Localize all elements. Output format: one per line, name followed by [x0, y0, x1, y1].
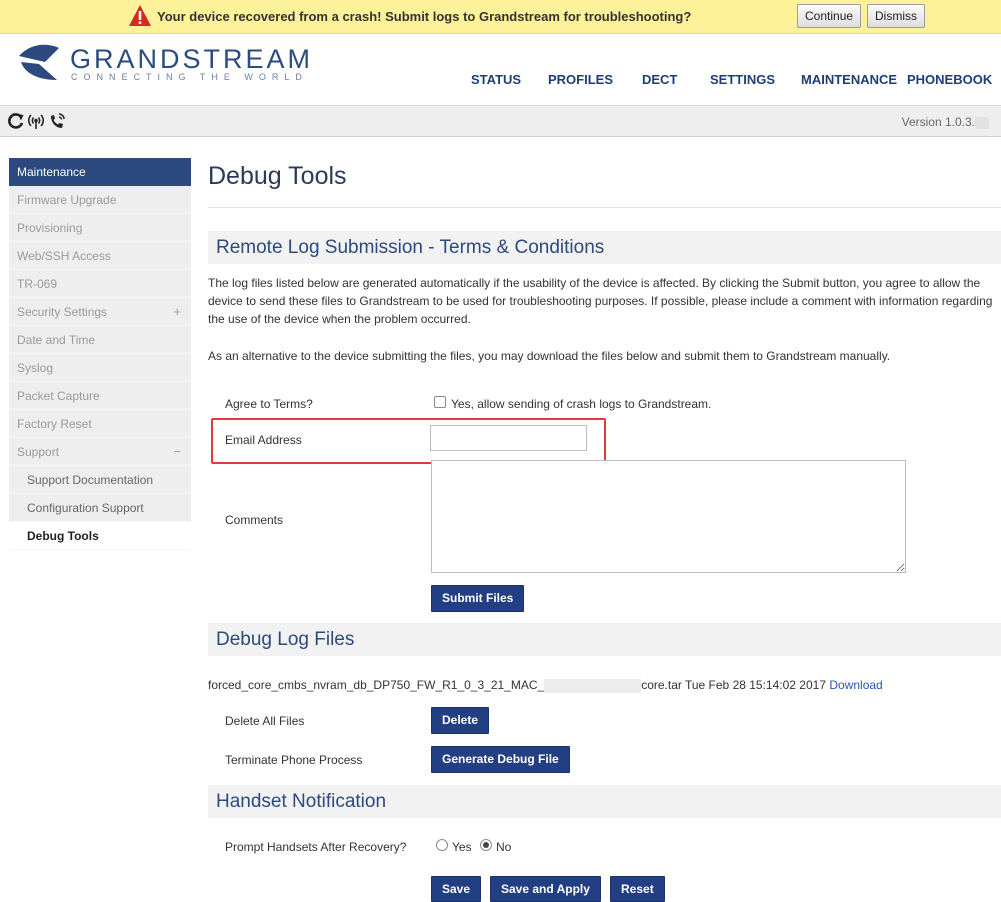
- status-bar: Version 1.0.3.: [0, 105, 1001, 137]
- save-button[interactable]: Save: [431, 876, 482, 902]
- redacted-mac: [544, 678, 642, 693]
- generate-debug-file-button[interactable]: Generate Debug File: [431, 746, 570, 773]
- page-title: Debug Tools: [208, 162, 347, 190]
- nav-settings[interactable]: SETTINGS: [710, 72, 775, 87]
- continue-button[interactable]: Continue: [797, 4, 862, 28]
- nav-dect[interactable]: DECT: [642, 72, 677, 87]
- redacted-version: [975, 116, 989, 129]
- delete-all-files-label: Delete All Files: [225, 714, 305, 728]
- debug-file-entry: forced_core_cmbs_nvram_db_DP750_FW_R1_0_…: [208, 678, 883, 693]
- agree-terms-checkbox[interactable]: [434, 396, 446, 408]
- prompt-yes-label: Yes: [452, 840, 472, 854]
- nav-maintenance[interactable]: MAINTENANCE: [801, 72, 897, 87]
- nav-profiles[interactable]: PROFILES: [548, 72, 613, 87]
- terms-paragraph: The log files listed below are generated…: [208, 276, 993, 326]
- reset-button[interactable]: Reset: [610, 876, 665, 902]
- nav-status[interactable]: STATUS: [471, 72, 521, 87]
- sidebar-item-date-and-time[interactable]: Date and Time: [9, 326, 191, 354]
- sidebar-item-packet-capture[interactable]: Packet Capture: [9, 382, 191, 410]
- dismiss-button[interactable]: Dismiss: [867, 4, 925, 28]
- sidebar-item-security-settings[interactable]: Security Settings +: [9, 298, 191, 326]
- comments-label: Comments: [225, 513, 284, 527]
- remote-log-heading: Remote Log Submission - Terms & Conditio…: [216, 237, 605, 258]
- nav-phonebook[interactable]: PHONEBOOK: [907, 72, 992, 87]
- phone-ringing-icon: [51, 113, 65, 128]
- email-address-label: Email Address: [225, 433, 302, 447]
- brand-name: GRANDSTREAM: [70, 44, 314, 74]
- sidebar-item-factory-reset[interactable]: Factory Reset: [9, 410, 191, 438]
- expand-icon[interactable]: +: [173, 298, 181, 326]
- agree-terms-text: Yes, allow sending of crash logs to Gran…: [451, 397, 712, 411]
- prompt-no-label: No: [496, 840, 512, 854]
- submit-files-button[interactable]: Submit Files: [431, 585, 525, 612]
- debug-log-heading: Debug Log Files: [216, 629, 355, 650]
- wireless-signal-icon: [28, 114, 44, 129]
- delete-button[interactable]: Delete: [431, 707, 490, 734]
- sidebar-item-web-ssh-access[interactable]: Web/SSH Access: [9, 242, 191, 270]
- sidebar-item-support[interactable]: Support −: [9, 438, 191, 466]
- sidebar-item-syslog[interactable]: Syslog: [9, 354, 191, 382]
- debug-log-section-header: Debug Log Files: [208, 623, 1001, 656]
- sidebar-item-firmware-upgrade[interactable]: Firmware Upgrade: [9, 186, 191, 214]
- handset-heading: Handset Notification: [216, 791, 387, 812]
- refresh-icon[interactable]: [7, 112, 25, 130]
- warning-triangle-icon: [129, 5, 151, 26]
- crash-banner: Your device recovered from a crash! Subm…: [0, 0, 1001, 34]
- prompt-yes-radio[interactable]: [436, 839, 448, 851]
- top-nav: STATUS PROFILES DECT SETTINGS MAINTENANC…: [0, 72, 1001, 88]
- sidebar-item-debug-tools[interactable]: Debug Tools: [9, 522, 191, 550]
- prompt-no-radio[interactable]: [480, 839, 492, 851]
- sidebar-heading[interactable]: Maintenance: [9, 158, 191, 186]
- handset-section-header: Handset Notification: [208, 785, 1001, 818]
- sidebar-item-tr-069[interactable]: TR-069: [9, 270, 191, 298]
- alternative-paragraph: As an alternative to the device submitti…: [208, 349, 891, 363]
- comments-textarea[interactable]: [431, 460, 906, 573]
- collapse-icon[interactable]: −: [173, 438, 181, 466]
- sidebar-item-configuration-support[interactable]: Configuration Support: [9, 494, 191, 522]
- prompt-handsets-label: Prompt Handsets After Recovery?: [225, 840, 407, 854]
- sidebar-item-provisioning[interactable]: Provisioning: [9, 214, 191, 242]
- sidebar: Maintenance Firmware Upgrade Provisionin…: [9, 158, 191, 550]
- agree-terms-label: Agree to Terms?: [225, 397, 313, 411]
- terminate-phone-process-label: Terminate Phone Process: [225, 753, 363, 767]
- save-and-apply-button[interactable]: Save and Apply: [490, 876, 601, 902]
- remote-log-section-header: Remote Log Submission - Terms & Conditio…: [208, 231, 1001, 264]
- download-link[interactable]: Download: [829, 678, 882, 692]
- email-address-input[interactable]: [430, 425, 587, 451]
- firmware-version: Version 1.0.3.: [902, 115, 989, 129]
- banner-message: Your device recovered from a crash! Subm…: [157, 9, 692, 24]
- title-divider: [208, 207, 1001, 208]
- sidebar-item-support-documentation[interactable]: Support Documentation: [9, 466, 191, 494]
